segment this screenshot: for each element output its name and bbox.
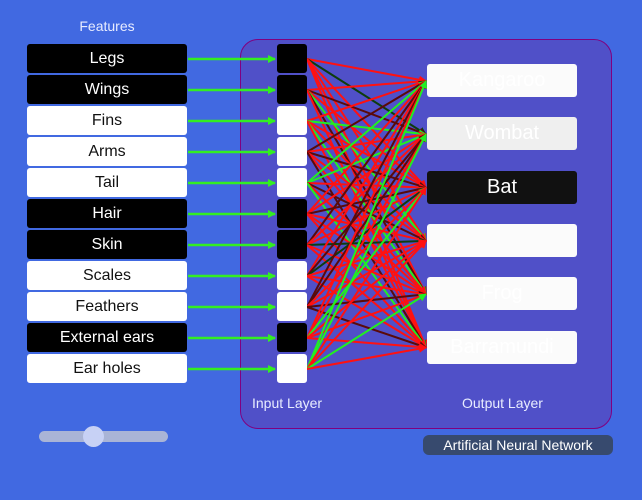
output-node: Wombat [427,117,577,150]
input-node [277,75,307,104]
output-node: Frog [427,277,577,310]
output-layer-label: Output Layer [462,395,543,411]
network-title-badge: Artificial Neural Network [423,435,613,455]
connection-line [306,237,427,246]
input-node [277,44,307,73]
connection-line [306,182,427,192]
slider[interactable] [39,426,168,447]
output-node [427,224,577,257]
input-node [277,261,307,290]
input-node [277,292,307,321]
input-node [277,168,307,197]
input-node [277,106,307,135]
input-node [277,323,307,352]
output-node: Kangaroo [427,64,577,97]
output-node: Bat [427,171,577,204]
input-node [277,137,307,166]
input-node [277,199,307,228]
input-node [277,354,307,383]
input-node [277,230,307,259]
output-node: Barramundi [427,331,577,364]
input-layer-label: Input Layer [252,395,323,411]
